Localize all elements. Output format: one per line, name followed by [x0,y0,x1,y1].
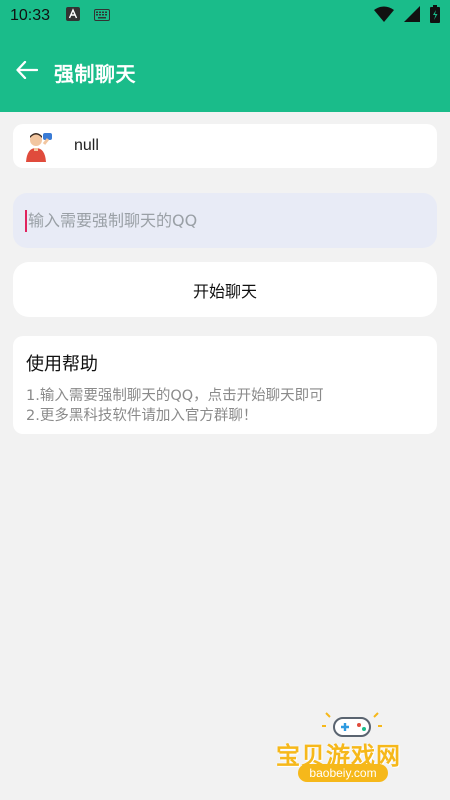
start-chat-button[interactable]: 开始聊天 [13,262,437,317]
help-title: 使用帮助 [26,354,98,375]
qq-input[interactable] [28,211,408,230]
back-button[interactable] [0,45,54,99]
android-a-icon [66,7,81,25]
help-line: 2.更多黑科技软件请加入官方群聊！ [26,408,258,424]
page-title: 强制聊天 [54,61,136,86]
wifi-icon [374,6,394,26]
user-name: null [74,137,99,154]
status-right-icons [374,5,440,27]
watermark-url: baobeiy.com [298,764,388,782]
watermark: 宝贝游戏网 baobeiy.com [270,708,440,796]
battery-icon [430,5,440,27]
status-bar: 10:33 [0,0,450,32]
status-left-icons [66,7,111,25]
app-bar: 强制聊天 [0,32,450,112]
arrow-left-icon [16,60,39,83]
avatar-icon [24,130,56,162]
help-line: 1.输入需要强制聊天的QQ，点击开始聊天即可 [26,388,324,404]
help-card: 使用帮助 1.输入需要强制聊天的QQ，点击开始聊天即可 2.更多黑科技软件请加入… [13,336,437,434]
status-time: 10:33 [10,7,51,24]
keyboard-icon [94,7,111,25]
qq-input-container[interactable] [13,193,437,248]
text-caret [25,209,27,232]
user-card: null [13,124,437,168]
signal-icon [404,6,420,26]
